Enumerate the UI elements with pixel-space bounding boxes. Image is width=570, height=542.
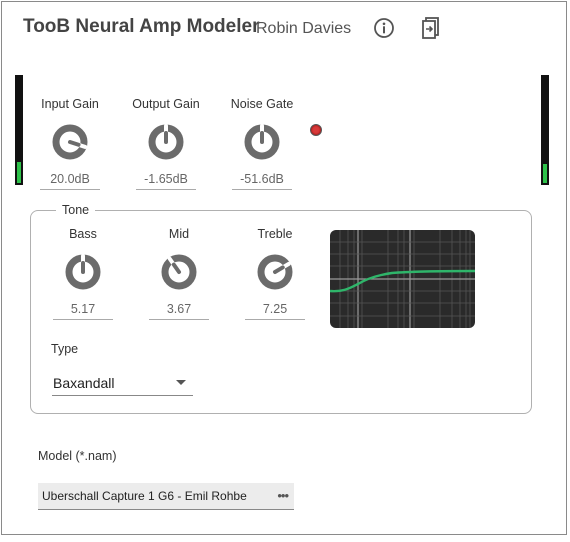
mid-label: Mid <box>168 227 190 241</box>
noise-gate-label: Noise Gate <box>230 97 294 111</box>
tone-type-value: Baxandall <box>53 374 115 391</box>
output-level-meter <box>541 75 549 185</box>
model-label: Model (*.nam) <box>38 449 117 463</box>
output-gain-label: Output Gain <box>132 97 200 111</box>
bass-label: Bass <box>69 227 97 241</box>
tone-type-select[interactable]: Baxandall <box>52 370 193 396</box>
noise-gate-knob[interactable] <box>242 122 282 162</box>
output-gain-value[interactable]: -1.65dB <box>136 172 196 190</box>
preset-load-icon <box>422 17 439 39</box>
more-dots-icon[interactable]: ••• <box>277 488 289 503</box>
input-level-meter <box>15 75 23 185</box>
output-level-fill <box>543 163 547 183</box>
knob-pointer <box>68 140 81 147</box>
output-gain-knob[interactable] <box>146 122 186 162</box>
info-icon <box>374 18 394 38</box>
input-level-fill <box>17 161 21 183</box>
info-button[interactable] <box>371 15 397 41</box>
chevron-down-icon <box>176 380 186 385</box>
bass-knob[interactable] <box>63 252 103 292</box>
tone-response-graph <box>330 230 475 328</box>
tone-type-label: Type <box>51 342 79 356</box>
bass-value[interactable]: 5.17 <box>53 302 113 320</box>
input-gain-value[interactable]: 20.0dB <box>40 172 100 190</box>
preset-load-button[interactable] <box>418 15 444 41</box>
mid-value[interactable]: 3.67 <box>149 302 209 320</box>
noise-gate-value[interactable]: -51.6dB <box>232 172 292 190</box>
plugin-title: TooB Neural Amp Modeler <box>23 16 260 37</box>
input-gain-label: Input Gain <box>41 97 99 111</box>
plugin-author: Robin Davies <box>256 20 352 37</box>
knob-pointer <box>171 262 181 274</box>
tone-legend: Tone <box>56 203 96 217</box>
tone-response-plot <box>330 230 475 328</box>
mid-knob[interactable] <box>159 252 199 292</box>
gate-indicator-led <box>310 124 322 136</box>
tone-response-curve <box>330 269 475 293</box>
model-file-field[interactable]: Uberschall Capture 1 G6 - Emil Rohbe ••• <box>38 483 294 510</box>
model-file-name: Uberschall Capture 1 G6 - Emil Rohbe <box>42 489 247 503</box>
input-gain-knob[interactable] <box>50 122 90 162</box>
treble-label: Treble <box>257 227 293 241</box>
treble-value[interactable]: 7.25 <box>245 302 305 320</box>
knob-pointer <box>273 265 285 274</box>
treble-knob[interactable] <box>255 252 295 292</box>
